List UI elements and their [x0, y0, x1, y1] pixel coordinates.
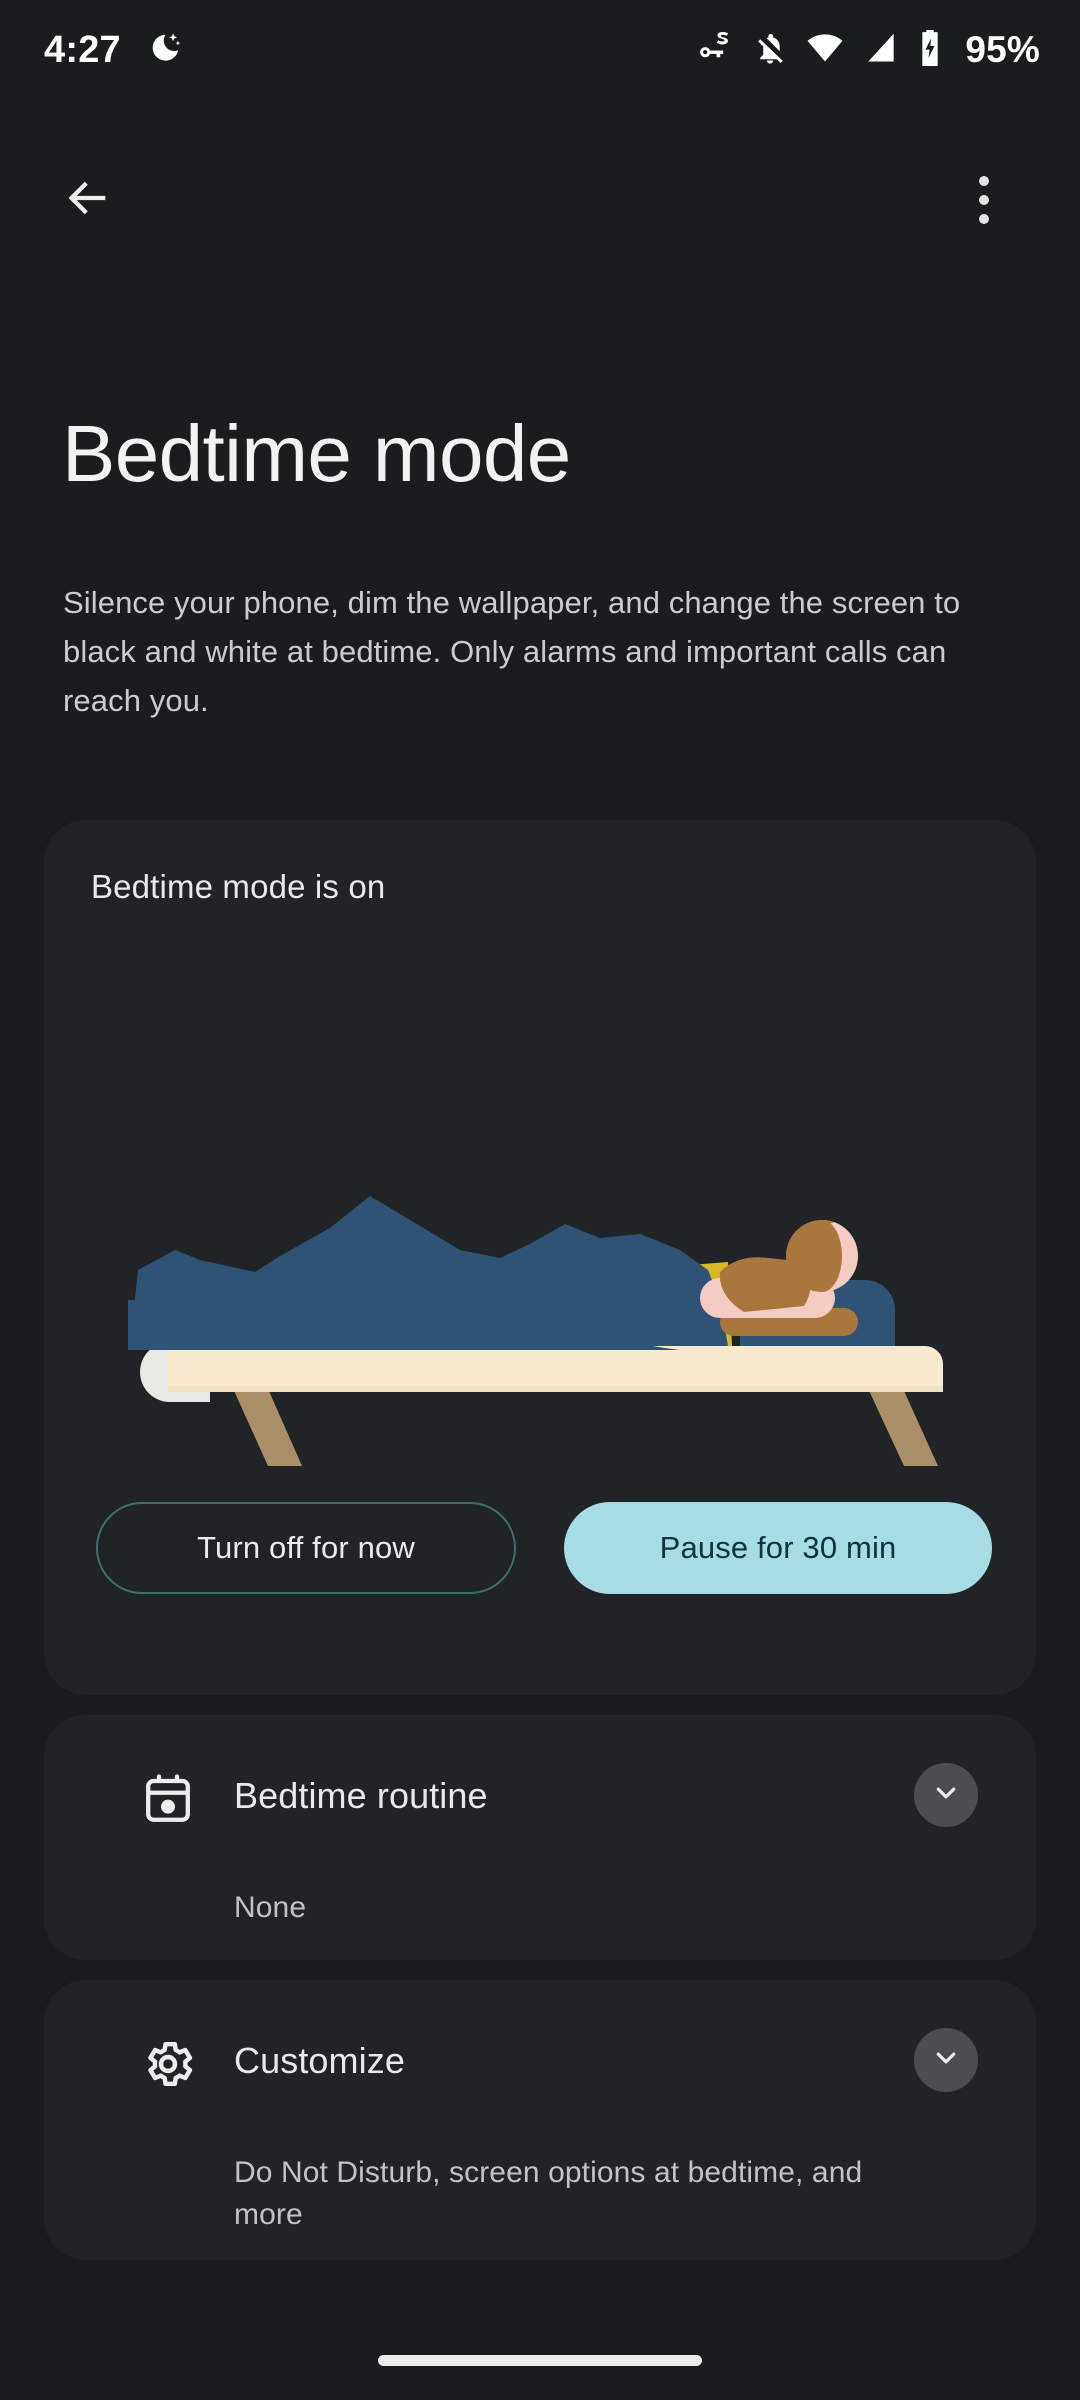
- battery-charging-icon: [917, 28, 943, 73]
- status-bar-right: 95%: [695, 28, 1040, 73]
- bedtime-routine-title: Bedtime routine: [234, 1775, 488, 1816]
- bedtime-routine-expand-button[interactable]: [914, 1763, 978, 1827]
- gear-icon: [140, 2036, 196, 2092]
- back-arrow-icon: [62, 172, 114, 229]
- bedtime-status-card: Bedtime mode is on Turn off for now Paus…: [44, 820, 1036, 1695]
- customize-subtitle: Do Not Disturb, screen options at bedtim…: [234, 2156, 863, 2231]
- bell-off-icon: [752, 29, 788, 72]
- more-options-icon: [979, 176, 989, 224]
- turn-off-for-now-button[interactable]: Turn off for now: [96, 1502, 516, 1594]
- moon-stars-icon: [147, 30, 183, 71]
- bedtime-status-text: Bedtime mode is on: [91, 868, 386, 905]
- bedtime-card-actions: Turn off for now Pause for 30 min: [96, 1502, 992, 1594]
- vpn-key-g-icon: [695, 29, 735, 72]
- app-bar: [0, 140, 1080, 260]
- person-sleeping-in-bed-illustration: [80, 1150, 1000, 1470]
- bedtime-routine-subtitle: None: [234, 1891, 307, 1924]
- page-description: Silence your phone, dim the wallpaper, a…: [63, 585, 961, 718]
- pause-for-30-min-button[interactable]: Pause for 30 min: [564, 1502, 992, 1594]
- bedtime-routine-row[interactable]: Bedtime routine None: [44, 1715, 1036, 1960]
- wifi-icon: [805, 29, 845, 72]
- status-bar: 4:27 95%: [0, 0, 1080, 100]
- back-button[interactable]: [40, 152, 136, 248]
- more-options-button[interactable]: [936, 152, 1032, 248]
- customize-title: Customize: [234, 2040, 405, 2081]
- calendar-event-icon: [140, 1771, 196, 1827]
- gesture-nav-pill[interactable]: [378, 2355, 702, 2366]
- customize-row[interactable]: Customize Do Not Disturb, screen options…: [44, 1980, 1036, 2260]
- page-title: Bedtime mode: [62, 409, 571, 498]
- status-clock: 4:27: [44, 29, 121, 71]
- cellular-signal-icon: [862, 29, 900, 72]
- chevron-down-icon: [930, 1777, 962, 1814]
- customize-expand-button[interactable]: [914, 2028, 978, 2092]
- chevron-down-icon: [930, 2042, 962, 2079]
- status-bar-left: 4:27: [44, 30, 183, 71]
- bedtime-mode-screen: 4:27 95% Bedtime mode Silence your phone…: [0, 0, 1080, 2400]
- battery-percentage: 95%: [965, 29, 1040, 70]
